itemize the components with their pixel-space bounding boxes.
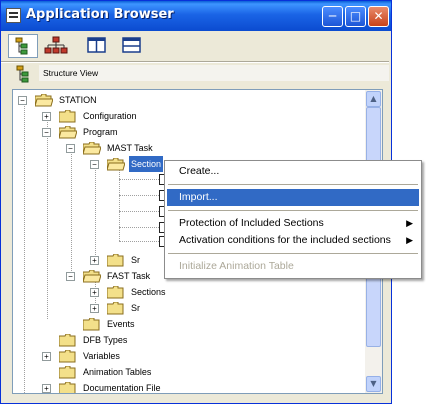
tree-node-label: Program bbox=[83, 127, 118, 137]
folder-icon bbox=[59, 382, 76, 393]
menu-separator bbox=[168, 210, 418, 211]
collapse-icon[interactable]: − bbox=[66, 144, 75, 153]
menu-separator bbox=[168, 184, 418, 185]
menu-item-initialize-animation-table: Initialize Animation Table bbox=[167, 258, 419, 275]
open-folder-icon bbox=[35, 94, 53, 107]
expand-icon[interactable]: + bbox=[42, 112, 51, 121]
close-button[interactable]: ✕ bbox=[368, 6, 389, 27]
chevron-up-icon: ▲ bbox=[370, 94, 377, 103]
expand-icon[interactable]: + bbox=[42, 384, 51, 393]
split-horizontal-icon bbox=[122, 37, 141, 53]
title-bar[interactable]: Application Browser ─ □ ✕ bbox=[1, 1, 391, 31]
split-vertical-button[interactable] bbox=[82, 34, 112, 58]
folder-icon bbox=[59, 334, 76, 347]
tree-node-label: Variables bbox=[83, 351, 120, 361]
toolbar bbox=[4, 33, 388, 61]
open-folder-icon bbox=[107, 158, 125, 171]
menu-item-activation-conditions[interactable]: Activation conditions for the included s… bbox=[167, 232, 419, 249]
scroll-down-button[interactable]: ▼ bbox=[366, 376, 381, 392]
open-folder-icon bbox=[83, 142, 101, 155]
maximize-button[interactable]: □ bbox=[345, 6, 366, 27]
view-header: Structure View bbox=[9, 64, 389, 84]
minimize-button[interactable]: ─ bbox=[322, 6, 343, 27]
collapse-icon[interactable]: − bbox=[18, 96, 27, 105]
folder-icon bbox=[107, 302, 124, 315]
hierarchy-view-button[interactable] bbox=[42, 34, 72, 58]
structure-view-button[interactable] bbox=[8, 34, 38, 58]
folder-icon bbox=[59, 366, 76, 379]
submenu-arrow-icon: ▶ bbox=[406, 218, 413, 228]
minimize-icon: ─ bbox=[328, 9, 337, 23]
folder-icon bbox=[107, 286, 124, 299]
chevron-down-icon: ▼ bbox=[370, 379, 377, 388]
submenu-arrow-icon: ▶ bbox=[406, 235, 413, 245]
tree-node-label: DFB Types bbox=[83, 335, 128, 345]
context-menu: Create... Import... Protection of Includ… bbox=[164, 160, 422, 279]
menu-item-protection[interactable]: Protection of Included Sections ▶ bbox=[167, 215, 419, 232]
menu-item-label: Protection of Included Sections bbox=[179, 217, 324, 229]
tree-node-label: Documentation File bbox=[83, 383, 161, 393]
window-title: Application Browser bbox=[26, 7, 174, 22]
open-folder-icon bbox=[59, 126, 77, 139]
tree-node-label: Sr bbox=[131, 255, 140, 265]
folder-icon bbox=[59, 110, 76, 123]
tree-node-label: STATION bbox=[59, 95, 97, 105]
scroll-up-button[interactable]: ▲ bbox=[366, 91, 381, 107]
tree-node-label: MAST Task bbox=[107, 143, 153, 153]
expand-icon[interactable]: + bbox=[90, 256, 99, 265]
tree-node-label: Sections bbox=[131, 287, 166, 297]
tree-node-label: FAST Task bbox=[107, 271, 151, 281]
menu-item-label: Import... bbox=[179, 191, 218, 203]
menu-item-label: Activation conditions for the included s… bbox=[179, 234, 391, 246]
toolbar-separator bbox=[1, 61, 389, 63]
collapse-icon[interactable]: − bbox=[90, 160, 99, 169]
split-horizontal-button[interactable] bbox=[117, 34, 147, 58]
open-folder-icon bbox=[83, 270, 101, 283]
tree-node-label: Section bbox=[129, 156, 164, 172]
collapse-icon[interactable]: − bbox=[66, 272, 75, 281]
tree-node-label: Configuration bbox=[83, 111, 137, 121]
menu-separator bbox=[168, 253, 418, 254]
menu-item-label: Initialize Animation Table bbox=[179, 260, 294, 272]
folder-icon bbox=[107, 254, 124, 267]
structure-view-icon bbox=[15, 37, 28, 55]
tree-node-label: Events bbox=[107, 319, 135, 329]
expand-icon[interactable]: + bbox=[42, 352, 51, 361]
menu-item-import[interactable]: Import... bbox=[167, 189, 419, 206]
maximize-icon: □ bbox=[349, 9, 362, 23]
folder-icon bbox=[83, 318, 100, 331]
hierarchy-view-icon bbox=[44, 36, 68, 54]
structure-view-icon bbox=[16, 65, 29, 83]
collapse-icon[interactable]: − bbox=[42, 128, 51, 137]
split-vertical-icon bbox=[87, 37, 106, 53]
menu-item-label: Create... bbox=[179, 165, 220, 177]
expand-icon[interactable]: + bbox=[90, 304, 99, 313]
window-icon bbox=[6, 8, 21, 23]
expand-icon[interactable]: + bbox=[90, 288, 99, 297]
menu-item-create[interactable]: Create... bbox=[167, 163, 419, 180]
close-icon: ✕ bbox=[373, 9, 384, 23]
view-title: Structure View bbox=[43, 68, 99, 78]
tree-node-label: Animation Tables bbox=[83, 367, 152, 377]
tree-node-label: Sr bbox=[131, 303, 140, 313]
folder-icon bbox=[59, 350, 76, 363]
